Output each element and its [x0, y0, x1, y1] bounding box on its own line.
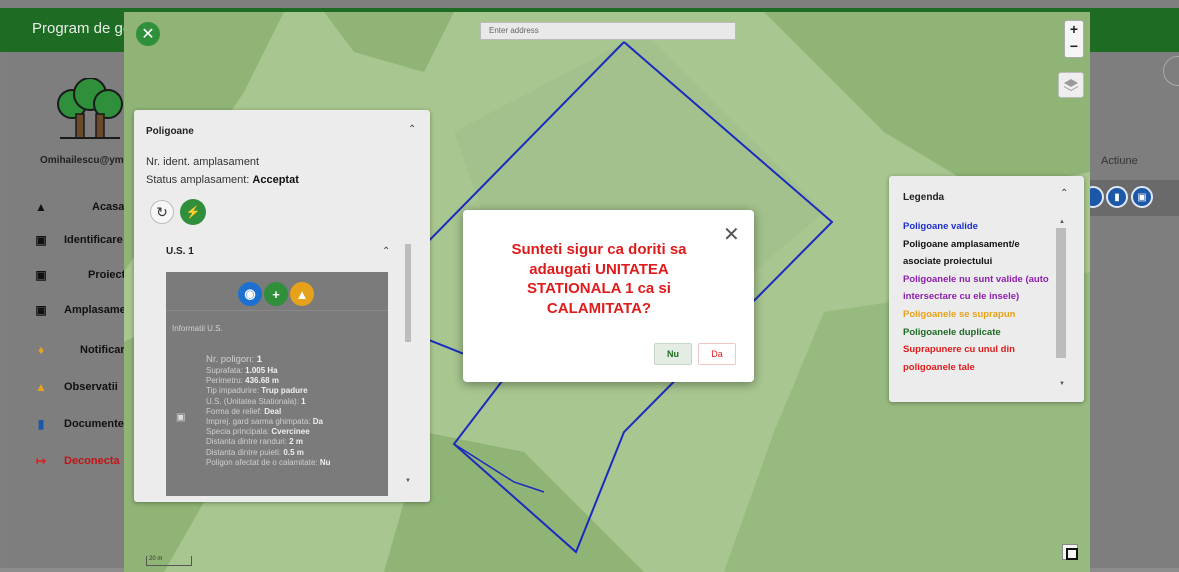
warning-icon: ▲: [35, 380, 47, 394]
document-icon: ▮: [37, 417, 45, 431]
id-icon: ▣: [35, 303, 47, 317]
home-icon: ▲: [35, 200, 47, 214]
id-icon: ▣: [35, 233, 47, 247]
legend-item: Poligoanele nu sunt valide (auto interse…: [903, 273, 1049, 303]
document-icon[interactable]: ▮: [1106, 186, 1128, 208]
close-map-button[interactable]: ✕: [136, 22, 160, 46]
close-icon[interactable]: ✕: [723, 225, 740, 245]
map-scale: 20 m: [146, 556, 192, 566]
legend-item: Poligoane amplasament/e asociate proiect…: [903, 238, 1020, 268]
user-email: Omihailescu@ymail: [40, 155, 135, 166]
legend-scrollbar[interactable]: [1056, 228, 1066, 358]
detail-row: Specia principala: Cvercinee: [206, 427, 310, 437]
us-details-box: ◉ + ▲ Informatii U.S. ▣ Nr. poligon: 1 S…: [166, 272, 388, 496]
sidebar-item-label: Notificari: [80, 344, 128, 356]
info-label: Informatii U.S.: [172, 324, 223, 333]
id-icon[interactable]: ▣: [1131, 186, 1153, 208]
sidebar-item-proiecte[interactable]: ▣ Proiecte: [34, 266, 131, 284]
detail-row: Forma de relief: Deal: [206, 406, 282, 416]
refresh-button[interactable]: ↻: [150, 200, 174, 224]
sidebar-item-identificare[interactable]: ▣ Identificare a: [34, 231, 132, 249]
sidebar-item-label: Acasa: [92, 201, 125, 213]
legend-item: Poligoanele se suprapun: [903, 308, 1016, 320]
collapse-legend-icon[interactable]: ⌃: [1060, 188, 1068, 199]
divider: [166, 310, 388, 311]
dialog-message: Sunteti sigur ca doriti sa adaugati UNIT…: [511, 241, 687, 317]
panel-title: Poligoane: [146, 126, 194, 137]
warning-icon[interactable]: ▲: [290, 282, 314, 306]
power-button[interactable]: ⚡: [180, 199, 206, 225]
id-icon: ▣: [35, 268, 47, 282]
scroll-down-icon[interactable]: ▼: [405, 478, 411, 484]
status-label: Status amplasament:: [146, 174, 250, 186]
status-value: Acceptat: [252, 174, 299, 186]
scrollbar[interactable]: [405, 244, 411, 342]
sidebar-item-deconectare[interactable]: ↦ Deconecta: [34, 452, 120, 470]
yes-button[interactable]: Da: [698, 343, 736, 365]
detail-row: Imprej. gard sarma ghimpata: Da: [206, 417, 323, 427]
scroll-down-icon[interactable]: ▼: [1059, 381, 1065, 387]
legend-item: Poligoane valide: [903, 221, 978, 232]
zoom-control: + −: [1064, 20, 1084, 58]
add-icon[interactable]: +: [264, 282, 288, 306]
address-search-input[interactable]: Enter address: [480, 22, 736, 40]
sidebar-item-label: Observatii: [64, 381, 118, 393]
legend-panel: Legenda ⌃ Poligoane valide Poligoane amp…: [889, 176, 1084, 402]
logout-icon: ↦: [35, 454, 47, 468]
actions-column-header: Actiune: [1101, 155, 1138, 167]
detail-row: Distanta dintre randuri: 2 m: [206, 437, 303, 447]
sidebar-item-label: Documente c: [64, 418, 134, 430]
legend-item: Suprapunere cu unul din poligoanele tale: [903, 344, 1015, 373]
no-button[interactable]: Nu: [654, 343, 692, 365]
view-icon[interactable]: ◉: [238, 282, 262, 306]
legend-item: Poligoanele duplicate: [903, 326, 1001, 338]
bell-icon: ♦: [37, 343, 45, 357]
legend-list: Poligoane valide Poligoane amplasament/e…: [903, 218, 1051, 376]
us-title: U.S. 1: [166, 246, 194, 257]
detail-row: Perimetru: 436.68 m: [206, 376, 279, 386]
content-area-right: [1086, 52, 1179, 568]
sidebar-item-label: Amplasame: [64, 304, 126, 316]
detail-row: Distanta dintre puieti: 0.5 m: [206, 447, 304, 457]
sidebar-item-label: Deconecta: [64, 455, 120, 467]
layers-icon[interactable]: [1058, 72, 1084, 98]
us-details-list: Nr. poligon: 1 Suprafata: 1.005 Ha Perim…: [206, 354, 331, 468]
sidebar-item-observatii[interactable]: ▲ Observatii: [34, 378, 118, 396]
sidebar-item-label: Identificare a: [64, 234, 132, 246]
collapse-us-icon[interactable]: ⌃: [382, 246, 390, 257]
sidebar-item-notificari[interactable]: ♦ Notificari: [34, 341, 128, 359]
sidebar-item-acasa[interactable]: ▲ Acasa: [34, 198, 124, 216]
detail-row: U.S. (Unitatea Stationala): 1: [206, 396, 306, 406]
detail-row: Tip impadurire: Trup padure: [206, 386, 308, 396]
zoom-in-button[interactable]: +: [1065, 21, 1083, 38]
sidebar-item-amplasamente[interactable]: ▣ Amplasame: [34, 301, 125, 319]
nr-ident-amplasament: Nr. ident. amplasament: [146, 156, 260, 168]
tree-logo-icon: [57, 78, 123, 139]
scroll-up-icon[interactable]: ▲: [1059, 219, 1065, 225]
status-amplasament: Status amplasament: Acceptat: [146, 174, 299, 186]
detail-row: Nr. poligon: 1: [206, 354, 262, 365]
fullscreen-icon[interactable]: [1062, 544, 1078, 560]
sidebar-item-documente[interactable]: ▮ Documente c: [34, 415, 133, 433]
confirm-dialog: Sunteti sigur ca doriti sa adaugati UNIT…: [463, 210, 754, 382]
zoom-out-button[interactable]: −: [1065, 38, 1083, 55]
detail-row: Poligon afectat de o calamitate: Nu: [206, 457, 331, 467]
id-icon: ▣: [176, 412, 186, 423]
collapse-icon[interactable]: ⌃: [408, 124, 416, 135]
legend-title: Legenda: [903, 192, 945, 203]
detail-row: Suprafata: 1.005 Ha: [206, 366, 278, 375]
